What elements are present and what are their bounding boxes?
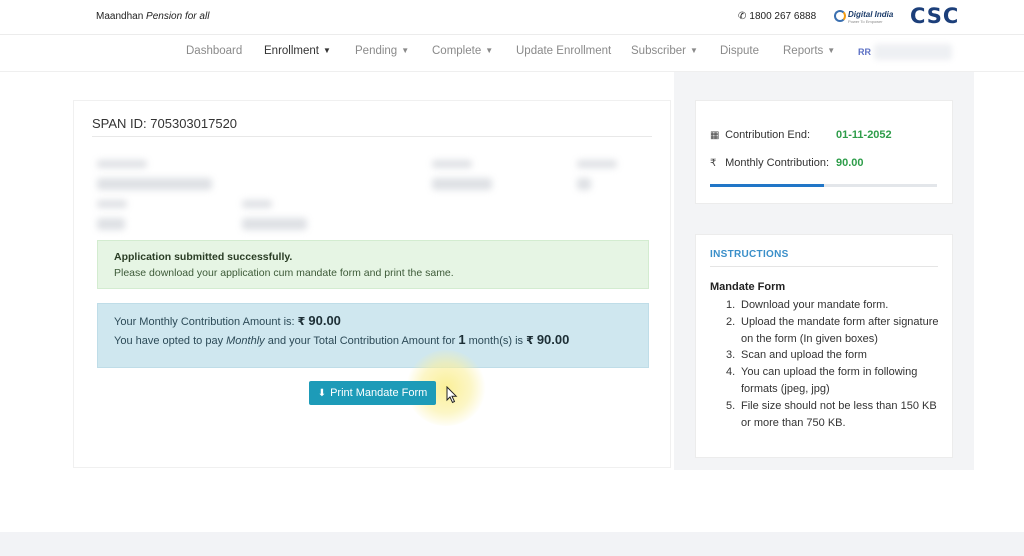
monthly-contribution-label: Your Monthly Contribution Amount is: [114, 316, 295, 328]
monthly-contribution-row: ₹ Monthly Contribution: [710, 157, 829, 169]
user-initials-icon[interactable]: RR [858, 47, 871, 57]
contribution-end-row: ▦ Contribution End: [710, 129, 810, 141]
nav-label: Pending [355, 45, 398, 57]
contribution-summary-card [695, 100, 953, 204]
redacted-label [97, 160, 147, 168]
redacted-label [577, 160, 617, 168]
span-id: SPAN ID: 705303017520 [92, 116, 238, 131]
rupee-icon: ₹ [710, 158, 717, 169]
mandate-form-heading: Mandate Form [710, 281, 786, 293]
success-message: Please download your application cum man… [114, 267, 454, 279]
nav-subscriber[interactable]: Subscriber ▼ [631, 45, 698, 57]
progress-fill [710, 184, 824, 187]
total-contribution-line: You have opted to pay Monthly and your T… [114, 332, 569, 347]
redacted-value [97, 178, 212, 190]
step-text: Upload the mandate form after signature … [741, 315, 939, 345]
nav-dashboard[interactable]: Dashboard [186, 45, 242, 57]
print-mandate-form-button[interactable]: ⬇ Print Mandate Form [309, 381, 436, 405]
divider [92, 136, 652, 137]
nav-reports[interactable]: Reports ▼ [783, 45, 835, 57]
step-text: Scan and upload the form [741, 349, 867, 362]
redacted-value [577, 178, 591, 190]
monthly-contribution-line: Your Monthly Contribution Amount is: ₹ 9… [114, 313, 341, 328]
redacted-value [97, 218, 125, 230]
nav-label: Update Enrollment [516, 45, 612, 57]
user-name-redacted[interactable] [874, 44, 952, 60]
instruction-item: 3. Scan and upload the form [726, 347, 946, 364]
payment-mode: Monthly [226, 335, 265, 347]
phone-icon: ✆ [738, 11, 747, 22]
caret-down-icon: ▼ [827, 46, 836, 55]
step-number: 4. [726, 366, 736, 379]
digital-india-text: Digital India [848, 10, 894, 19]
monthly-contribution-label: Monthly Contribution: [725, 157, 830, 169]
caret-down-icon: ▼ [401, 46, 410, 55]
caret-down-icon: ▼ [322, 46, 331, 55]
instruction-item: 1. Download your mandate form. [726, 297, 946, 314]
nav-update-enrollment[interactable]: Update Enrollment [516, 45, 611, 57]
instruction-item: 4. You can upload the form in following f… [726, 364, 946, 398]
download-icon: ⬇ [317, 387, 327, 399]
nav-label: Dispute [720, 45, 759, 57]
nav-label: Subscriber [631, 45, 686, 57]
months-count: 1 [458, 332, 466, 347]
instruction-item: 5. File size should not be less than 150 … [726, 398, 946, 432]
helpline: ✆ 1800 267 6888 [738, 11, 816, 22]
instructions-title: INSTRUCTIONS [710, 249, 789, 260]
redacted-value [432, 178, 492, 190]
monthly-contribution-value: 90.00 [836, 157, 864, 169]
rupee-icon: ₹ [526, 335, 534, 347]
nav-pending[interactable]: Pending ▼ [355, 45, 409, 57]
step-number: 2. [726, 315, 736, 328]
csc-logo: CSC [910, 4, 960, 28]
step-number: 5. [726, 399, 736, 412]
brand-logo[interactable]: Maandhan Pension for all [96, 11, 209, 22]
redacted-label [97, 200, 127, 208]
redacted-label [432, 160, 472, 168]
contribution-end-label: Contribution End: [725, 129, 811, 141]
nav-label: Reports [783, 45, 824, 57]
digital-india-subtext: Power To Empower [848, 19, 883, 24]
contribution-progress-bar [710, 184, 937, 187]
calendar-icon: ▦ [710, 130, 720, 141]
success-alert: Application submitted successfully. Plea… [97, 240, 649, 289]
step-text: You can upload the form in following for… [741, 366, 918, 395]
total-contribution-amount: 90.00 [536, 332, 570, 347]
nav-label: Complete [432, 45, 482, 57]
step-text: File size should not be less than 150 KB… [741, 399, 937, 429]
redacted-value [242, 218, 307, 230]
contribution-info-alert: Your Monthly Contribution Amount is: ₹ 9… [97, 303, 649, 368]
digital-india-logo: Digital India Power To Empower [834, 9, 898, 25]
success-title: Application submitted successfully. [114, 251, 293, 263]
step-number: 3. [726, 349, 736, 362]
redacted-label [242, 200, 272, 208]
nav-label: Dashboard [186, 45, 243, 57]
rupee-icon: ₹ [297, 316, 306, 328]
brand-tagline: Pension for all [146, 11, 210, 22]
nav-complete[interactable]: Complete ▼ [432, 45, 493, 57]
contribution-end-value: 01-11-2052 [836, 129, 892, 141]
print-button-label: Print Mandate Form [330, 387, 428, 399]
main-nav: Dashboard Enrollment ▼ Pending ▼ Complete ▼… [0, 35, 1024, 72]
helpline-number: 1800 267 6888 [749, 11, 817, 22]
caret-down-icon: ▼ [689, 46, 698, 55]
caret-down-icon: ▼ [485, 46, 494, 55]
nav-label: Enrollment [264, 45, 319, 57]
brand-name: Maandhan [96, 11, 144, 22]
top-bar: Maandhan Pension for all ✆ 1800 267 6888 … [0, 0, 1024, 35]
digital-india-mark-icon [834, 10, 846, 22]
mouse-pointer-icon [446, 386, 458, 404]
divider [710, 266, 938, 267]
step-text: Download your mandate form. [741, 299, 889, 311]
footer [0, 532, 1024, 556]
text: You have opted to pay [114, 335, 224, 347]
instruction-item: 2. Upload the mandate form after signatur… [726, 314, 946, 348]
text: month(s) is [468, 335, 524, 347]
instructions-list: 1. Download your mandate form. 2. Upload t… [726, 297, 946, 431]
monthly-contribution-amount: 90.00 [308, 313, 341, 328]
nav-enrollment[interactable]: Enrollment ▼ [264, 45, 331, 57]
step-number: 1. [726, 299, 736, 311]
nav-dispute[interactable]: Dispute [720, 45, 759, 57]
text: and your Total Contribution Amount for [267, 335, 456, 347]
